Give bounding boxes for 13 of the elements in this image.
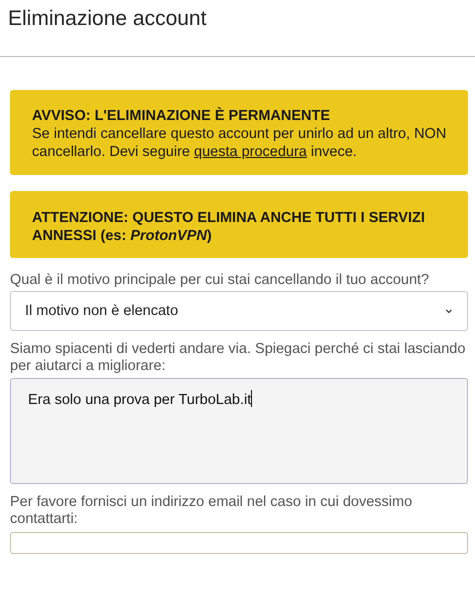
warning-text: Se intendi cancellare questo account per unirlo ad un altro, NON cancellarlo. Devi seguire questa procedura invece. [32,125,448,161]
page-title: Eliminazione account [7,6,208,32]
field-label: Siamo spiacenti di vederti andare via. Spiegaci perché ci stai lasciando per aiutarci a migliorare: [10,341,466,375]
email-field[interactable] [10,532,468,554]
dropdown-value: Il motivo non è elencato [25,303,178,319]
feedback-textarea[interactable]: Era solo una prova per TurboLab.it [10,378,468,484]
warning-heading: AVVISO: L'ELIMINAZIONE È PERMANENTE [32,107,332,125]
field-label: Per favore fornisci un indirizzo email nel caso in cui dovessimo contattarti: [10,494,414,528]
procedure-link[interactable]: questa procedura [194,144,307,160]
field-label: Qual è il motivo principale per cui stai cancellando il tuo account? [10,272,430,289]
caret-icon: ⌄ [443,301,455,315]
warning-heading: ATTENZIONE: QUESTO ELIMINA ANCHE TUTTI I SERVIZI ANNESSI (es: ProtonVPN) [32,209,426,245]
reason-dropdown[interactable]: Il motivo non è elencato ⌄ [10,291,468,331]
